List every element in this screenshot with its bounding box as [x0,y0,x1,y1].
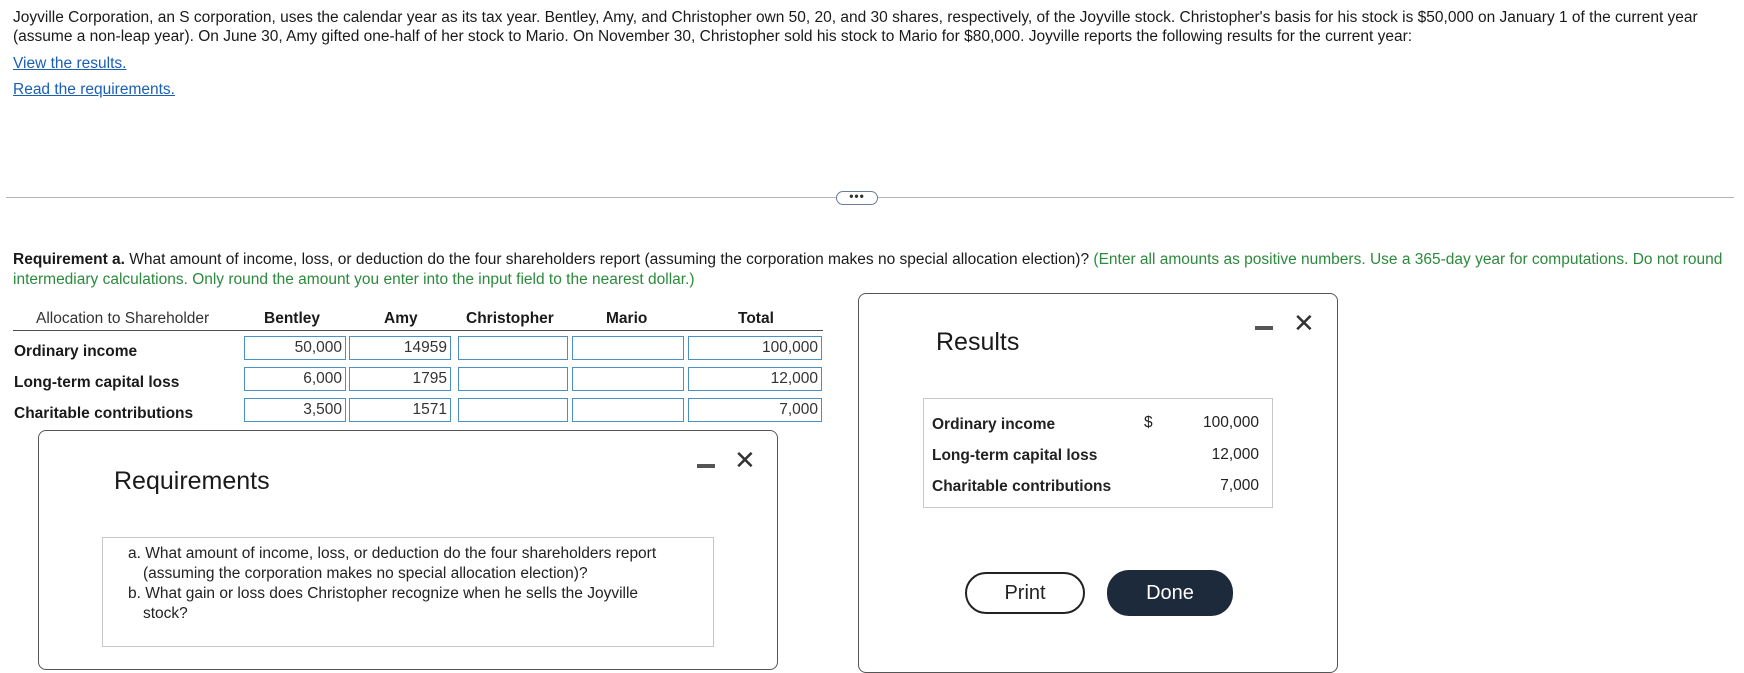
requirements-title: Requirements [114,467,270,495]
done-button[interactable]: Done [1107,570,1233,616]
bentley-ordinary-income-input[interactable] [244,336,346,360]
minimize-icon[interactable] [1255,326,1273,330]
results-title: Results [936,328,1020,356]
bentley-charitable-input[interactable] [244,398,346,422]
row-label-ordinary-income: Ordinary income [14,343,138,360]
results-box: Ordinary income $ 100,000 Long-term capi… [923,398,1273,508]
requirement-label: Requirement a. [13,251,125,268]
bentley-ltcl-input[interactable] [244,367,346,391]
view-results-link[interactable]: View the results. [13,55,126,73]
result-label-long-term-capital-loss: Long-term capital loss [932,447,1098,464]
result-label-ordinary-income: Ordinary income [932,416,1056,433]
mario-charitable-input[interactable] [572,398,684,422]
header-mario: Mario [606,310,648,327]
christopher-charitable-input[interactable] [458,398,568,422]
close-icon[interactable]: ✕ [734,447,756,473]
amy-charitable-input[interactable] [349,398,451,422]
mario-ordinary-income-input[interactable] [572,336,684,360]
problem-statement: Joyville Corporation, an S corporation, … [13,9,1698,45]
print-button[interactable]: Print [965,572,1085,614]
result-value-long-term-capital-loss: 12,000 [1211,446,1259,463]
amy-ltcl-input[interactable] [349,367,451,391]
requirements-modal: Requirements ✕ a. What amount of income,… [38,430,778,670]
expand-dots-button[interactable]: ••• [836,190,878,205]
amy-ordinary-income-input[interactable] [349,336,451,360]
christopher-ordinary-income-input[interactable] [458,336,568,360]
christopher-ltcl-input[interactable] [458,367,568,391]
requirement-item-a: a. What amount of income, loss, or deduc… [128,545,657,582]
header-christopher: Christopher [466,310,554,327]
header-total: Total [738,310,774,327]
requirements-box: a. What amount of income, loss, or deduc… [102,537,714,647]
header-amy: Amy [384,310,418,327]
header-allocation: Allocation to Shareholder [36,310,210,327]
header-bentley: Bentley [264,310,320,327]
header-underline [13,330,823,331]
results-modal: Results ✕ Ordinary income $ 100,000 Long… [858,293,1338,673]
row-label-long-term-capital-loss: Long-term capital loss [14,374,180,391]
close-icon[interactable]: ✕ [1293,310,1315,336]
result-value-ordinary-income: 100,000 [1202,414,1259,431]
result-label-charitable-contributions: Charitable contributions [932,478,1112,495]
requirement-question: What amount of income, loss, or deductio… [124,251,1094,268]
minimize-icon[interactable] [697,464,715,468]
read-requirements-link[interactable]: Read the requirements. [13,81,175,99]
total-ltcl [688,367,822,391]
result-value-charitable-contributions: 7,000 [1220,477,1259,494]
requirement-text: Requirement a. What amount of income, lo… [13,250,1733,290]
row-label-charitable-contributions: Charitable contributions [14,405,194,422]
requirement-item-b: b. What gain or loss does Christopher re… [128,585,639,622]
total-charitable [688,398,822,422]
mario-ltcl-input[interactable] [572,367,684,391]
currency-symbol: $ [1144,414,1153,431]
total-ordinary-income [688,336,822,360]
